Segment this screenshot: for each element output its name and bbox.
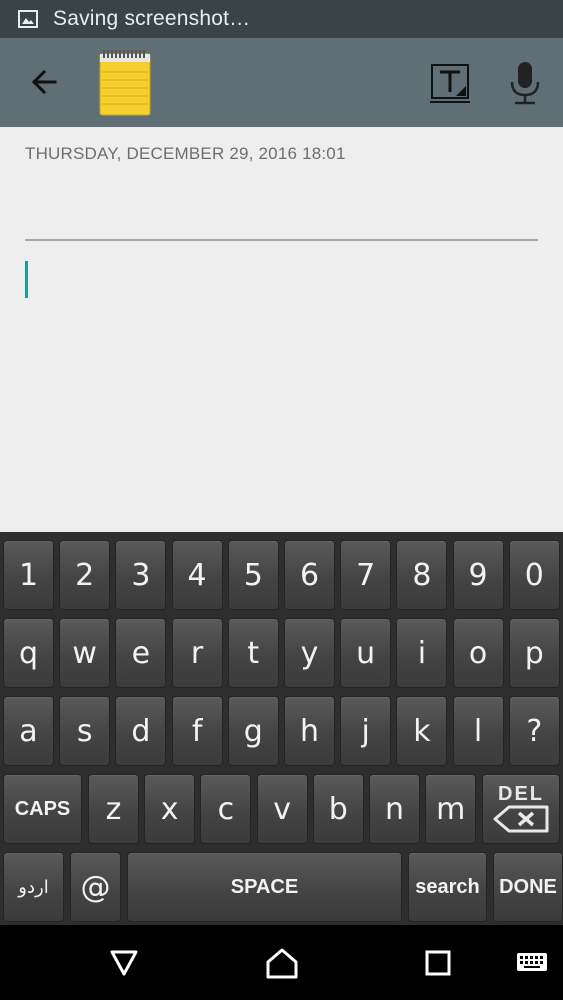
key-c[interactable]: c	[200, 774, 252, 844]
key-s[interactable]: s	[59, 696, 111, 766]
key-e[interactable]: e	[115, 618, 167, 688]
search-key[interactable]: search	[408, 852, 487, 922]
text-format-button[interactable]	[426, 62, 474, 104]
nav-recents-button[interactable]	[418, 943, 458, 983]
navigation-bar	[0, 925, 563, 1000]
key-n[interactable]: n	[369, 774, 420, 844]
back-button[interactable]	[22, 60, 66, 104]
done-key[interactable]: DONE	[493, 852, 563, 922]
image-icon	[18, 10, 38, 28]
key-u[interactable]: u	[340, 618, 392, 688]
note-date: THURSDAY, DECEMBER 29, 2016 18:01	[25, 144, 346, 163]
key-8[interactable]: 8	[396, 540, 448, 610]
note-editor[interactable]: THURSDAY, DECEMBER 29, 2016 18:01	[0, 127, 563, 532]
notepad-icon	[99, 50, 151, 116]
key-3[interactable]: 3	[115, 540, 167, 610]
text-cursor	[25, 261, 28, 298]
key-f[interactable]: f	[171, 696, 223, 766]
nav-recents-icon	[425, 950, 451, 976]
delete-key-content: DEL	[491, 784, 551, 834]
nav-back-icon	[110, 950, 138, 976]
status-bar: Saving screenshot…	[0, 0, 563, 38]
key-t[interactable]: t	[227, 618, 279, 688]
key-2[interactable]: 2	[59, 540, 111, 610]
nav-home-icon	[266, 948, 298, 979]
key-w[interactable]: w	[59, 618, 111, 688]
key-4[interactable]: 4	[171, 540, 223, 610]
key-9[interactable]: 9	[452, 540, 504, 610]
microphone-icon	[510, 62, 540, 105]
title-field-underline	[25, 239, 538, 241]
backspace-icon	[493, 805, 549, 833]
key-v[interactable]: v	[256, 774, 308, 844]
delete-key-label: DEL	[498, 783, 544, 805]
key-o[interactable]: o	[452, 618, 504, 688]
microphone-button[interactable]	[505, 60, 545, 106]
space-key[interactable]: SPACE	[127, 852, 402, 922]
key-l[interactable]: l	[452, 696, 504, 766]
key-0[interactable]: 0	[508, 540, 560, 610]
key-a[interactable]: a	[3, 696, 54, 766]
language-key[interactable]: اردو	[3, 852, 64, 922]
toolbar	[0, 38, 563, 127]
key-5[interactable]: 5	[227, 540, 279, 610]
caps-key[interactable]: CAPS	[3, 774, 82, 844]
key-6[interactable]: 6	[284, 540, 335, 610]
key-r[interactable]: r	[171, 618, 223, 688]
key-j[interactable]: j	[340, 696, 392, 766]
key-m[interactable]: m	[425, 774, 477, 844]
key-b[interactable]: b	[312, 774, 364, 844]
key-y[interactable]: y	[284, 618, 335, 688]
status-text: Saving screenshot…	[53, 7, 251, 30]
key-question[interactable]: ?	[508, 696, 560, 766]
nav-back-button[interactable]	[104, 943, 144, 983]
back-arrow-icon	[31, 69, 57, 95]
key-at[interactable]: @	[70, 852, 121, 922]
nav-home-button[interactable]	[262, 943, 302, 983]
key-x[interactable]: x	[144, 774, 196, 844]
key-7[interactable]: 7	[340, 540, 392, 610]
text-format-icon	[430, 64, 470, 103]
delete-key[interactable]: DEL	[482, 774, 560, 844]
key-p[interactable]: p	[508, 618, 560, 688]
keyboard-switch-button[interactable]	[512, 943, 552, 983]
key-z[interactable]: z	[88, 774, 139, 844]
key-1[interactable]: 1	[3, 540, 54, 610]
key-h[interactable]: h	[284, 696, 335, 766]
key-g[interactable]: g	[227, 696, 279, 766]
keyboard-switch-icon	[517, 953, 547, 971]
soft-keyboard: 1 2 3 4 5 6 7 8 9 0 q w e r t y u i o p a s d f g h j k l? CAPS z x c v b n…	[0, 532, 563, 925]
key-k[interactable]: k	[396, 696, 448, 766]
key-i[interactable]: i	[396, 618, 448, 688]
key-d[interactable]: d	[115, 696, 167, 766]
key-q[interactable]: q	[3, 618, 54, 688]
